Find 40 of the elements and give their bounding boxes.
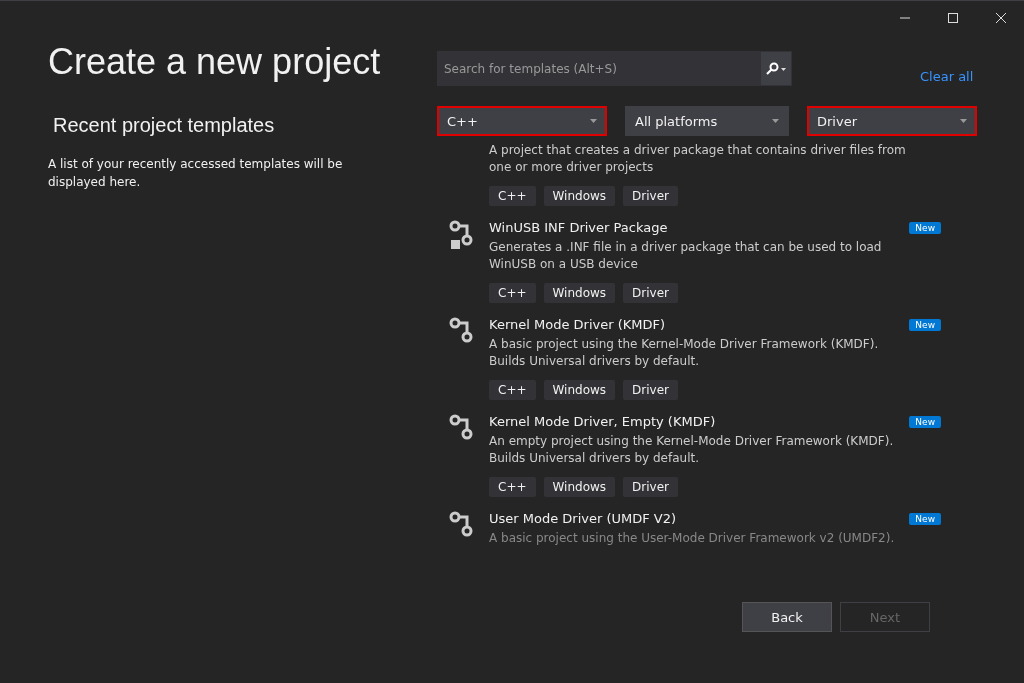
tag: C++ xyxy=(489,186,536,206)
new-badge: New xyxy=(909,318,941,331)
close-icon[interactable] xyxy=(995,12,1007,24)
template-description: A project that creates a driver package that contains driver files from one or more driver projects xyxy=(489,144,907,176)
template-title[interactable]: WinUSB INF Driver Package xyxy=(489,220,668,235)
page-title: Create a new project xyxy=(48,41,381,83)
template-description: An empty project using the Kernel-Mode Driver Framework (KMDF). Builds Universal drivers by default. xyxy=(489,433,895,467)
template-description: A basic project using the Kernel-Mode Driver Framework (KMDF). Builds Universal drivers by default. xyxy=(489,336,880,370)
tag: Windows xyxy=(543,477,616,497)
tag: Windows xyxy=(543,380,616,400)
caret-icon xyxy=(590,119,597,123)
search-field[interactable]: Search for templates (Alt+S) xyxy=(437,51,792,86)
template-title[interactable]: User Mode Driver (UMDF V2) xyxy=(489,511,677,526)
empty-message: A list of your recently accessed templates will be displayed here. xyxy=(48,156,344,191)
new-badge: New xyxy=(909,415,941,428)
template-title[interactable]: Kernel Mode Driver (KMDF) xyxy=(489,317,666,332)
tag: C++ xyxy=(489,477,536,497)
new-badge: New xyxy=(909,512,941,525)
tag: C++ xyxy=(489,283,536,303)
nav-button[interactable]: Back xyxy=(742,602,832,632)
template-description: Generates a .INF file in a driver package that can be used to load WinUSB on a USB device xyxy=(489,239,883,273)
clear-all-link[interactable]: Clear all xyxy=(920,69,974,84)
tag: C++ xyxy=(489,380,536,400)
filter-dropdown[interactable]: Driver xyxy=(807,106,977,136)
tag: Windows xyxy=(543,283,616,303)
new-badge: New xyxy=(909,221,941,234)
caret-icon xyxy=(772,119,779,123)
template-title[interactable]: Kernel Mode Driver, Empty (KMDF) xyxy=(489,414,716,429)
filter-dropdown[interactable]: C++ xyxy=(437,106,607,136)
tag: Driver xyxy=(623,186,678,206)
filter-dropdown[interactable]: All platforms xyxy=(625,106,789,136)
tag: Driver xyxy=(623,477,678,497)
template-description: A basic project using the User-Mode Driver Framework v2 (UMDF2). xyxy=(489,530,896,547)
tag: Windows xyxy=(543,186,616,206)
maximize-icon[interactable] xyxy=(947,12,959,24)
tag: Driver xyxy=(623,283,678,303)
search-icon[interactable] xyxy=(765,61,787,76)
section-heading: Recent project templates xyxy=(53,114,275,137)
caret-icon xyxy=(960,119,967,123)
tag: Driver xyxy=(623,380,678,400)
